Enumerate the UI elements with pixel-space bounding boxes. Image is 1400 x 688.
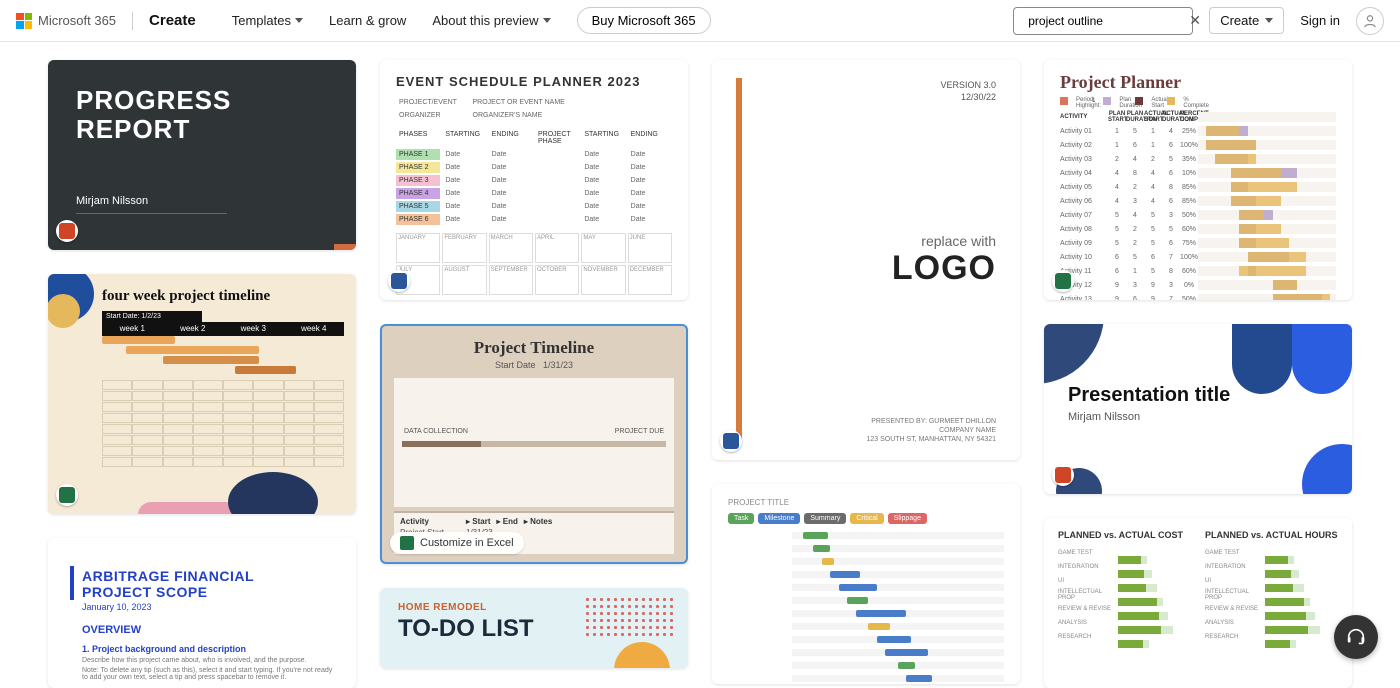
table-row: Activity 1293930%	[1060, 279, 1336, 291]
account-icon[interactable]	[1356, 7, 1384, 35]
ms365-logo[interactable]: Microsoft 365	[16, 13, 116, 29]
buy-m365-button[interactable]: Buy Microsoft 365	[577, 7, 711, 34]
nav-templates[interactable]: Templates	[232, 13, 303, 28]
clear-search-icon[interactable]: ✕	[1189, 12, 1201, 29]
template-card-presentation-title[interactable]: Presentation title Mirjam Nilsson	[1044, 324, 1352, 494]
create-button[interactable]: Create	[1209, 7, 1284, 34]
excel-icon	[56, 484, 78, 506]
person-icon	[1363, 14, 1377, 28]
powerpoint-icon	[1052, 464, 1074, 486]
table-row: Activity 07545350%	[1060, 209, 1336, 221]
table-row: Activity 13969750%	[1060, 293, 1336, 300]
chevron-down-icon	[295, 18, 303, 23]
headset-icon	[1345, 626, 1367, 648]
chevron-down-icon	[1265, 18, 1273, 23]
table-row: Activity 021616100%	[1060, 139, 1336, 151]
top-nav: Microsoft 365 Create Templates Learn & g…	[0, 0, 1400, 42]
table-row: Activity 106567100%	[1060, 251, 1336, 263]
sign-in-link[interactable]: Sign in	[1300, 13, 1340, 28]
template-card-cover-page[interactable]: VERSION 3.0 12/30/22 replace with LOGO P…	[712, 60, 1020, 460]
excel-icon	[1052, 270, 1074, 292]
brand-app[interactable]: Create	[149, 12, 196, 29]
table-row: Activity 08525560%	[1060, 223, 1336, 235]
main-nav: Templates Learn & grow About this previe…	[232, 7, 711, 34]
table-row: Activity 01151425%	[1060, 125, 1336, 137]
powerpoint-icon	[56, 220, 78, 242]
template-card-event-schedule[interactable]: EVENT SCHEDULE PLANNER 2023 PROJECT/EVEN…	[380, 60, 688, 300]
table-row: Activity 04484610%	[1060, 167, 1336, 179]
brand-suite: Microsoft 365	[38, 13, 116, 28]
word-icon	[720, 430, 742, 452]
card-title: EVENT SCHEDULE PLANNER 2023	[396, 74, 672, 89]
chat-help-button[interactable]	[1334, 615, 1378, 659]
excel-icon	[400, 536, 414, 550]
card-title: Project Timeline	[394, 338, 674, 358]
template-card-planned-vs-actual[interactable]: PLANNED vs. ACTUAL COST GAME TESTINTEGRA…	[1044, 518, 1352, 688]
nav-preview[interactable]: About this preview	[432, 13, 550, 28]
template-card-gantt-chart[interactable]: PROJECT TITLE Task Milestone Summary Cri…	[712, 484, 1020, 684]
search-box[interactable]: ✕	[1013, 7, 1193, 35]
word-icon	[388, 270, 410, 292]
template-card-project-planner[interactable]: Project Planner Period Highlight: 1 Plan…	[1044, 60, 1352, 300]
card-title: four week project timeline	[102, 288, 344, 305]
template-gallery: PROGRESS REPORT Mirjam Nilsson four week…	[0, 42, 1400, 688]
divider	[132, 12, 133, 30]
year-calendar: JANUARYFEBRUARYMARCH APRILMAYJUNE JULYAU…	[396, 233, 672, 295]
microsoft-logo-icon	[16, 13, 32, 29]
table-row: Activity 09525675%	[1060, 237, 1336, 249]
template-card-home-remodel-todo[interactable]: HOME REMODEL TO-DO LIST	[380, 588, 688, 668]
chevron-down-icon	[543, 18, 551, 23]
template-card-project-timeline[interactable]: Project Timeline Start Date 1/31/23 DATA…	[380, 324, 688, 564]
card-author: Mirjam Nilsson	[76, 195, 227, 214]
table-row: Activity 05424885%	[1060, 181, 1336, 193]
template-card-project-scope[interactable]: ARBITRAGE FINANCIAL PROJECT SCOPE Januar…	[48, 538, 356, 688]
search-input[interactable]	[1028, 14, 1183, 28]
template-card-four-week-timeline[interactable]: four week project timeline Start Date: 1…	[48, 274, 356, 514]
card-title: Project Planner	[1060, 72, 1336, 93]
table-row: Activity 11615860%	[1060, 265, 1336, 277]
table-row: Activity 03242535%	[1060, 153, 1336, 165]
table-row: Activity 06434685%	[1060, 195, 1336, 207]
card-title: PROGRESS	[76, 85, 231, 115]
nav-learn[interactable]: Learn & grow	[329, 13, 406, 28]
template-card-progress-report[interactable]: PROGRESS REPORT Mirjam Nilsson	[48, 60, 356, 250]
customize-in-excel-chip[interactable]: Customize in Excel	[390, 532, 524, 554]
